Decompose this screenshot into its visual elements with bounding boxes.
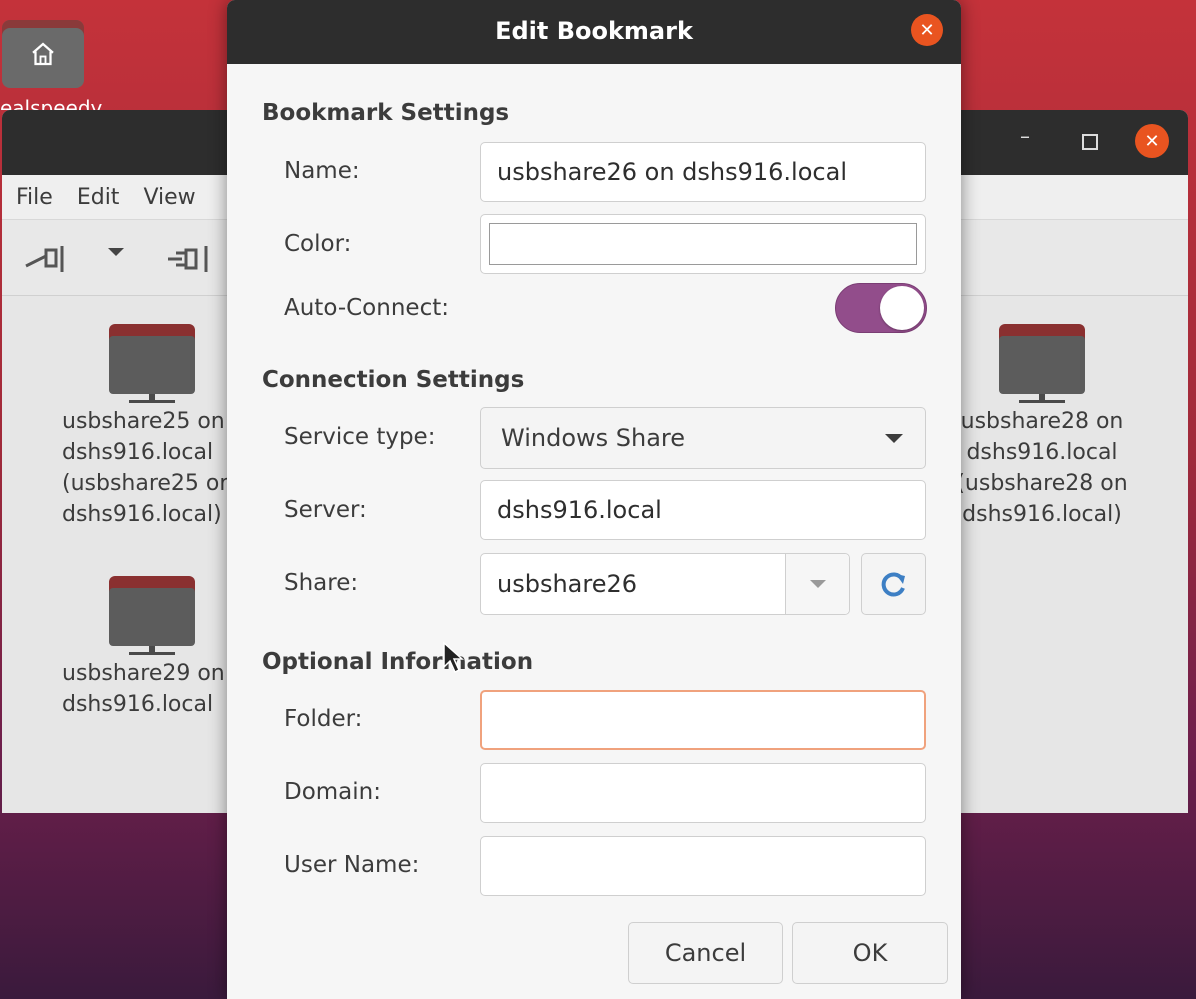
- menu-file[interactable]: File: [16, 185, 53, 210]
- chevron-down-icon: [885, 434, 903, 443]
- domain-field[interactable]: [480, 763, 926, 823]
- auto-connect-toggle[interactable]: [835, 283, 927, 333]
- menu-view[interactable]: View: [143, 185, 195, 210]
- folder-name: usbshare28 on dshs916.local (usbshare28 …: [956, 409, 1128, 527]
- service-type-label: Service type:: [284, 424, 436, 450]
- color-label: Color:: [284, 231, 352, 257]
- cancel-button[interactable]: Cancel: [628, 922, 783, 984]
- close-icon[interactable]: ✕: [911, 14, 943, 46]
- folder-name: usbshare25 on dshs916.local (usbshare25 …: [62, 409, 234, 527]
- auto-connect-label: Auto-Connect:: [284, 295, 449, 321]
- folder-item[interactable]: usbshare28 on dshs916.local (usbshare28 …: [952, 324, 1132, 530]
- username-field[interactable]: [480, 836, 926, 896]
- share-dropdown-button[interactable]: [785, 554, 849, 614]
- server-label: Server:: [284, 497, 367, 523]
- connect-icon[interactable]: [166, 242, 214, 276]
- name-value: usbshare26 on dshs916.local: [497, 158, 847, 186]
- service-type-value: Windows Share: [501, 424, 686, 452]
- disconnect-icon[interactable]: [24, 242, 68, 276]
- network-folder-icon: [999, 324, 1085, 404]
- folder-field[interactable]: [480, 690, 926, 750]
- network-folder-icon: [109, 576, 195, 656]
- dialog-titlebar: Edit Bookmark ✕: [227, 0, 961, 64]
- edit-bookmark-dialog: Edit Bookmark ✕ Bookmark Settings Name: …: [227, 0, 961, 999]
- share-label: Share:: [284, 570, 359, 596]
- maximize-icon[interactable]: [1082, 134, 1098, 150]
- server-field[interactable]: dshs916.local: [480, 480, 926, 540]
- ok-button[interactable]: OK: [792, 922, 948, 984]
- section-optional-information: Optional Information: [262, 649, 534, 675]
- server-value: dshs916.local: [497, 496, 662, 524]
- menu-edit[interactable]: Edit: [77, 185, 120, 210]
- section-bookmark-settings: Bookmark Settings: [262, 100, 510, 126]
- color-picker-button[interactable]: [480, 214, 926, 274]
- service-type-dropdown[interactable]: Windows Share: [480, 407, 926, 469]
- toolbar-dropdown-icon[interactable]: [108, 248, 124, 256]
- domain-label: Domain:: [284, 779, 381, 805]
- folder-item[interactable]: usbshare29 on dshs916.local: [62, 576, 242, 720]
- share-combobox[interactable]: usbshare26: [480, 553, 850, 615]
- name-field[interactable]: usbshare26 on dshs916.local: [480, 142, 926, 202]
- chevron-down-icon: [810, 580, 826, 588]
- color-swatch: [489, 223, 917, 265]
- home-icon: [32, 42, 54, 66]
- folder-item[interactable]: usbshare25 on dshs916.local (usbshare25 …: [62, 324, 242, 530]
- file-manager-close-icon[interactable]: ✕: [1135, 124, 1169, 158]
- network-folder-icon: [109, 324, 195, 404]
- toggle-knob: [880, 286, 924, 330]
- minimize-icon[interactable]: –: [1020, 124, 1030, 148]
- desktop-home-label: ealspeedy: [0, 96, 103, 110]
- refresh-icon: [881, 572, 905, 597]
- share-value[interactable]: usbshare26: [497, 554, 637, 614]
- dialog-title: Edit Bookmark: [495, 17, 693, 45]
- mouse-cursor-icon: [443, 641, 464, 674]
- folder-name: usbshare29 on dshs916.local: [62, 661, 225, 717]
- desktop-home-icon[interactable]: [2, 20, 84, 88]
- name-label: Name:: [284, 158, 360, 184]
- section-connection-settings: Connection Settings: [262, 367, 525, 393]
- username-label: User Name:: [284, 852, 420, 878]
- refresh-shares-button[interactable]: [861, 553, 926, 615]
- folder-label: Folder:: [284, 706, 363, 732]
